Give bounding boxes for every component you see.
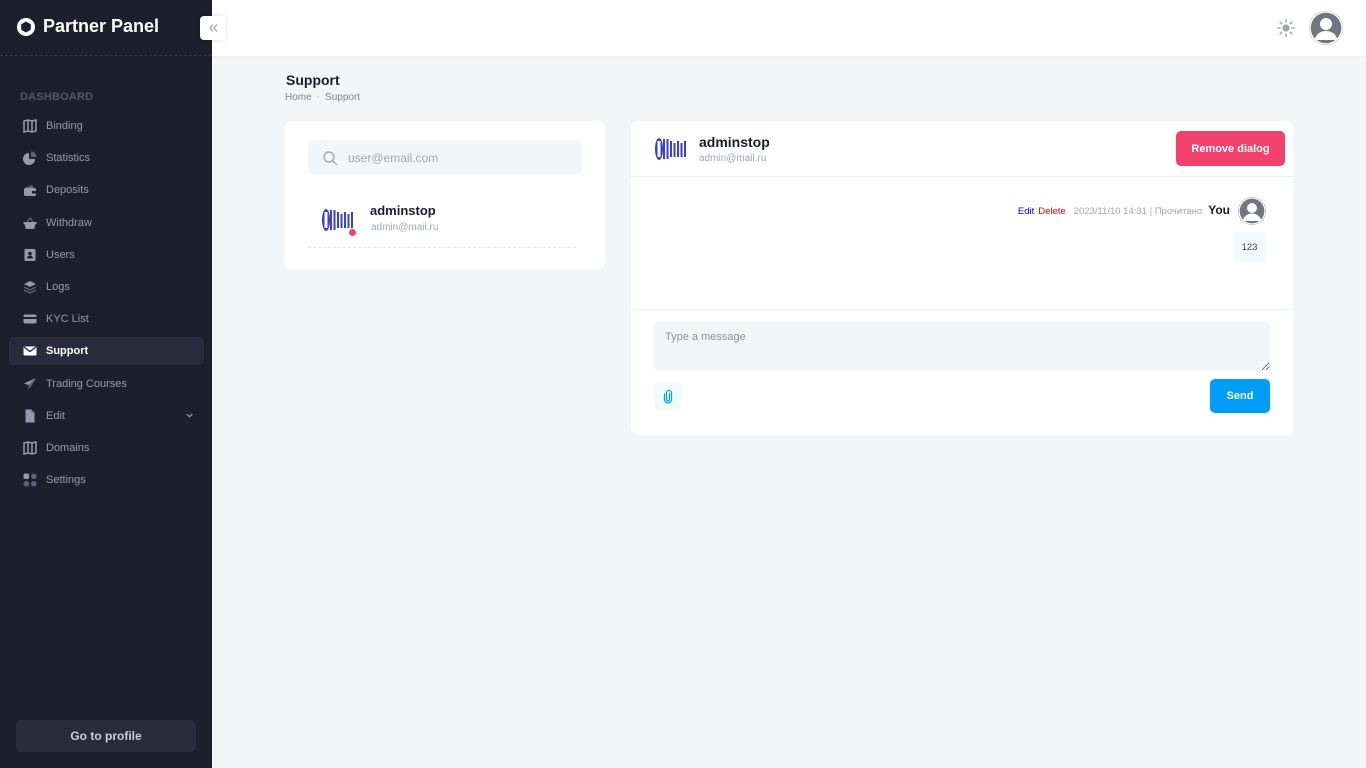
sidebar-item-binding[interactable]: Binding [9, 112, 204, 140]
online-status-dot [348, 228, 357, 237]
sidebar: Partner Panel DASHBOARD Binding Statisti… [0, 0, 212, 768]
envelope-icon [23, 344, 37, 358]
paper-plane-icon [23, 377, 37, 391]
attach-file-button[interactable] [654, 383, 682, 410]
breadcrumb: Home - Support [285, 92, 360, 103]
message-avatar [1238, 197, 1266, 225]
sidebar-header: Partner Panel [0, 0, 212, 56]
composer-divider [631, 309, 1293, 310]
sidebar-item-label: Settings [46, 474, 86, 487]
sidebar-item-label: Users [46, 248, 75, 261]
double-chevron-left-icon [208, 24, 217, 32]
edit-message-link[interactable]: Edit [1018, 206, 1034, 217]
message-bubble: 123 [1233, 232, 1266, 263]
wallet-icon [23, 183, 37, 197]
sidebar-item-statistics[interactable]: Statistics [9, 144, 204, 172]
contact-item[interactable]: adminstop admin@mail.ru [308, 193, 576, 248]
message-timestamp: 2023/11/10 14:31 | Прочитано [1073, 206, 1203, 217]
topbar [212, 0, 1366, 56]
sidebar-item-label: Binding [46, 120, 83, 132]
sidebar-item-domains[interactable]: Domains [9, 434, 204, 462]
address-book-icon [23, 248, 37, 262]
sidebar-item-label: Deposits [46, 184, 89, 197]
message-input[interactable] [654, 321, 1270, 371]
user-avatar[interactable] [1309, 11, 1343, 45]
send-button[interactable]: Send [1210, 379, 1270, 413]
delete-message-link[interactable]: Delete [1038, 206, 1065, 217]
pie-chart-icon [23, 151, 37, 166]
paperclip-icon [663, 389, 673, 404]
sun-icon[interactable] [1276, 18, 1296, 38]
sidebar-item-edit[interactable]: Edit [9, 402, 204, 430]
app-logo[interactable]: Partner Panel [16, 16, 159, 37]
map-icon [23, 440, 37, 455]
chat-card: adminstop admin@mail.ru Remove dialog Ed… [631, 121, 1293, 435]
go-to-profile-button[interactable]: Go to profile [16, 720, 196, 752]
remove-dialog-button[interactable]: Remove dialog [1176, 131, 1285, 166]
breadcrumb-separator: - [316, 92, 321, 103]
chevron-down-icon [186, 413, 193, 418]
chat-header: adminstop admin@mail.ru Remove dialog [631, 121, 1293, 177]
chat-contact-name: adminstop [699, 134, 770, 150]
breadcrumb-home[interactable]: Home [285, 92, 312, 103]
map-icon [23, 119, 37, 133]
search-icon [323, 151, 338, 166]
sidebar-collapse-button[interactable] [200, 16, 225, 40]
sidebar-item-settings[interactable]: Settings [9, 466, 204, 494]
sidebar-item-withdraw[interactable]: Withdraw [9, 209, 204, 237]
sidebar-nav: Binding Statistics Deposits Withdraw Use… [9, 112, 204, 498]
chat-contact-email: admin@mail.ru [699, 153, 767, 164]
sidebar-item-label: Statistics [46, 152, 91, 165]
sidebar-item-support[interactable]: Support [9, 337, 204, 366]
contact-search [308, 140, 582, 175]
sidebar-item-label: Logs [46, 280, 70, 293]
app-title: Partner Panel [43, 16, 160, 36]
sidebar-item-kyc-list[interactable]: KYC List [9, 305, 204, 333]
breadcrumb-current: Support [325, 92, 361, 103]
layers-icon [23, 280, 37, 294]
sidebar-section-title: DASHBOARD [20, 91, 94, 103]
search-input[interactable] [348, 140, 573, 175]
sidebar-item-label: Trading Courses [46, 377, 127, 390]
sidebar-item-logs[interactable]: Logs [9, 273, 204, 301]
file-icon [23, 409, 37, 423]
message-meta: Edit Delete 2023/11/10 14:31 | Прочитано… [1018, 203, 1230, 217]
basket-icon [23, 216, 37, 230]
sidebar-item-users[interactable]: Users [9, 241, 204, 269]
sidebar-item-deposits[interactable]: Deposits [9, 176, 204, 204]
user-avatar-icon [1309, 11, 1343, 45]
sidebar-item-label: Support [46, 345, 89, 358]
contact-email: admin@mail.ru [371, 222, 439, 233]
chat-contact-logo [655, 138, 686, 160]
contacts-card: adminstop admin@mail.ru [285, 121, 605, 269]
grid-dots-icon [23, 473, 37, 487]
sidebar-item-label: Domains [46, 441, 90, 454]
sidebar-item-label: KYC List [46, 313, 89, 326]
credit-card-icon [23, 312, 37, 326]
message-author: You [1208, 203, 1230, 217]
sidebar-item-label: Edit [46, 409, 65, 422]
user-avatar-icon [1238, 197, 1266, 225]
page-title: Support [286, 72, 340, 88]
contact-name: adminstop [370, 203, 436, 218]
sidebar-item-trading-courses[interactable]: Trading Courses [9, 370, 204, 398]
logo-icon [17, 17, 35, 36]
sidebar-item-label: Withdraw [46, 216, 92, 229]
